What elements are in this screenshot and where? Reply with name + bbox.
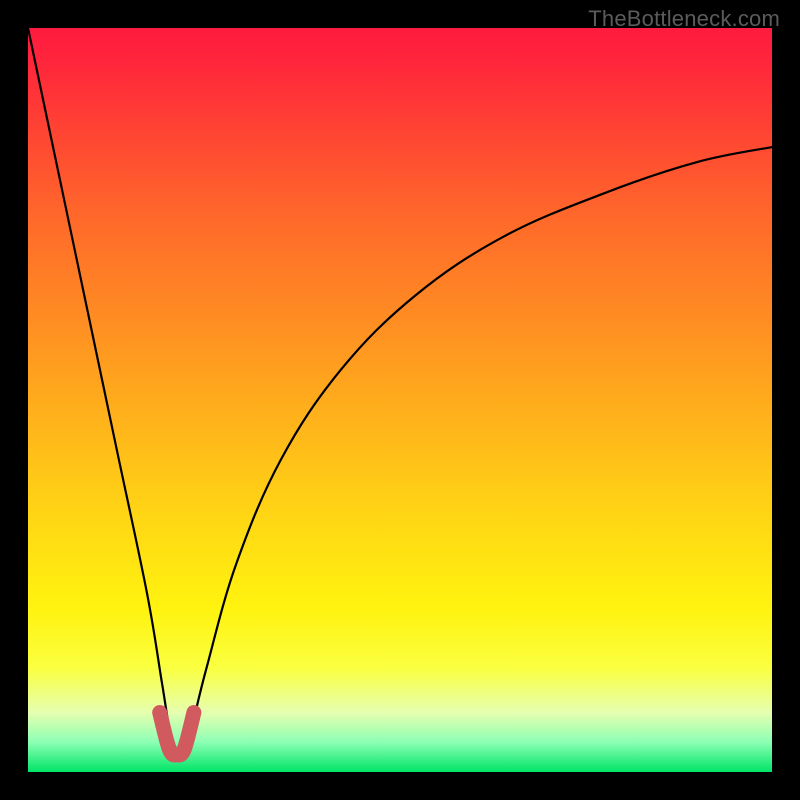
bottleneck-chart bbox=[28, 28, 772, 772]
bottom-u-marker bbox=[160, 712, 194, 755]
chart-area bbox=[28, 28, 772, 772]
bottleneck-curve-line bbox=[28, 28, 772, 753]
